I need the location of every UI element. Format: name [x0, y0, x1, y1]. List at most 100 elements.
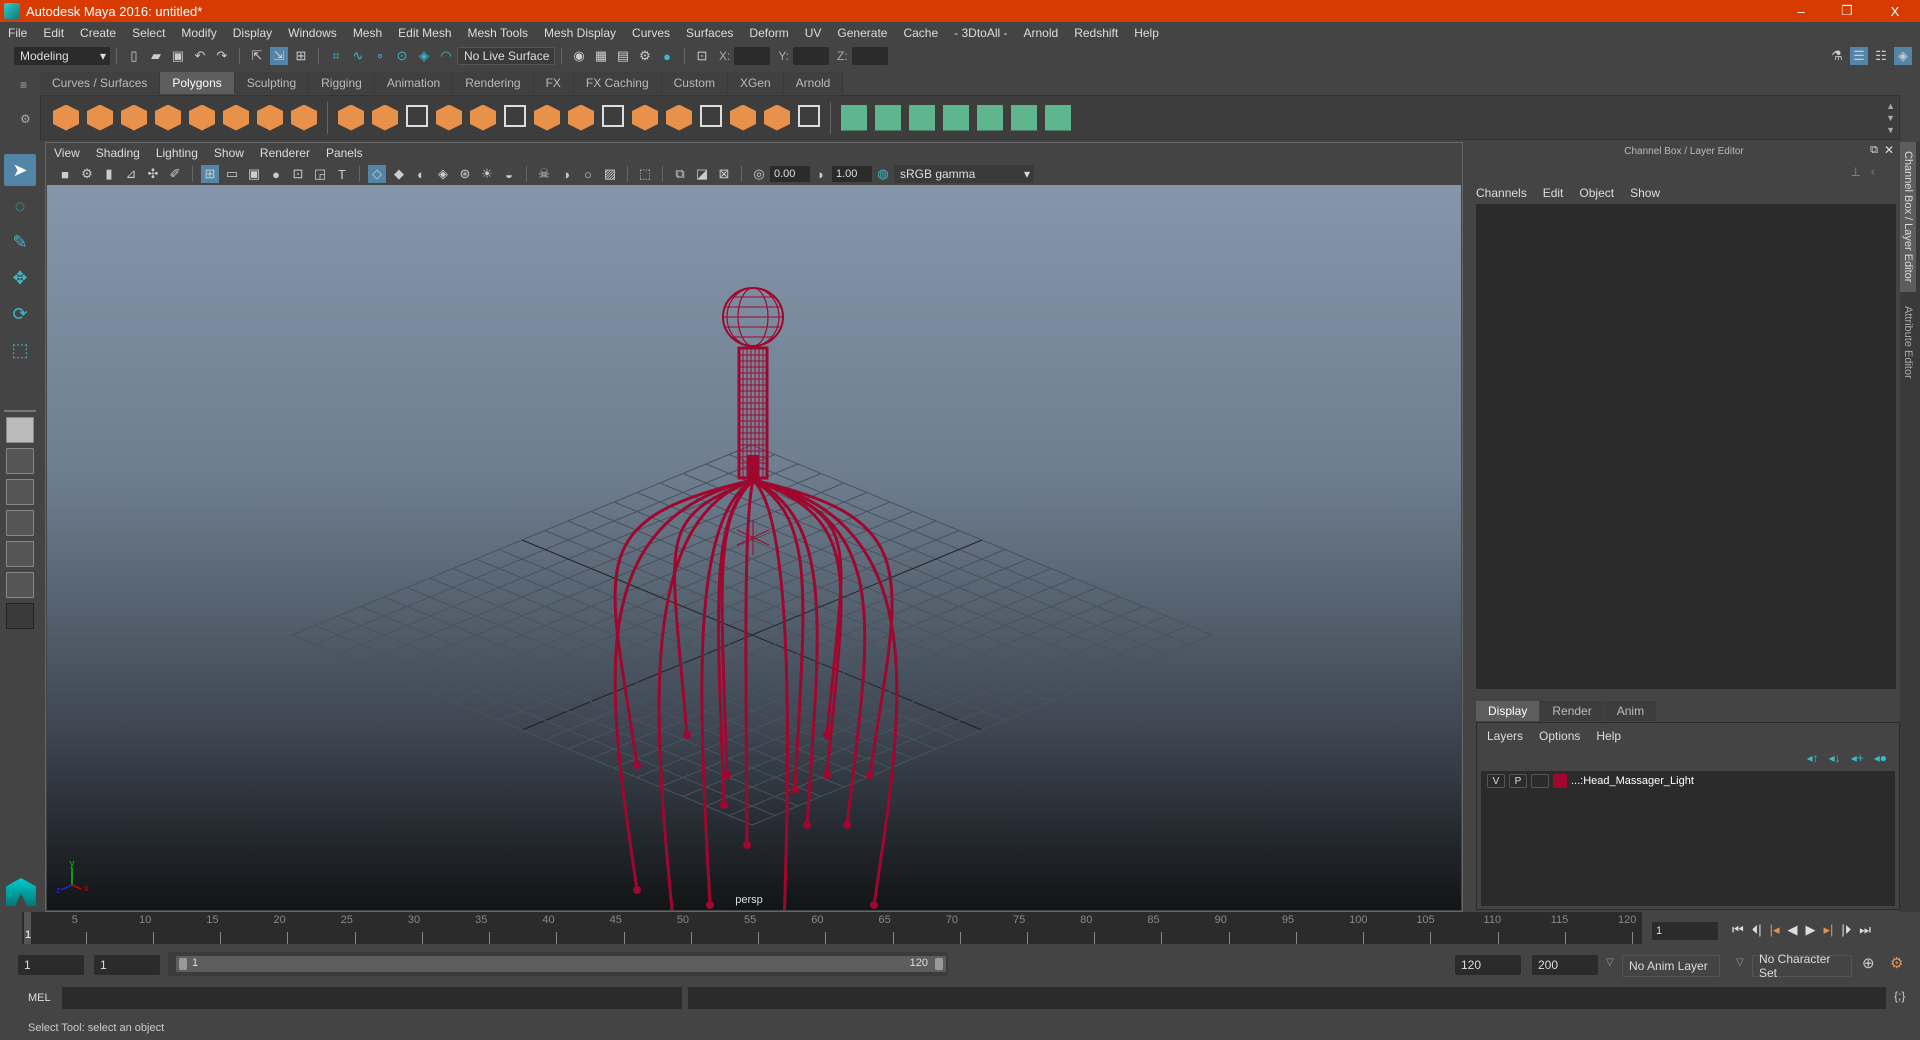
booleans-icon[interactable]: [504, 104, 526, 127]
character-set-chevron-icon[interactable]: ▽: [1736, 957, 1744, 968]
layer-row[interactable]: V P ...:Head_Massager_Light: [1481, 771, 1895, 791]
layer-color-swatch[interactable]: [1553, 774, 1567, 788]
color-space-dropdown[interactable]: sRGB gamma ▾: [894, 165, 1034, 183]
film-gate-icon[interactable]: ▭: [223, 165, 241, 183]
layer-tab-anim[interactable]: Anim: [1604, 701, 1657, 721]
shelf-tab-xgen[interactable]: XGen: [727, 72, 784, 94]
custom-layout-dropdown-icon[interactable]: [6, 603, 34, 629]
shelf-settings-icon[interactable]: ⚙: [20, 112, 31, 126]
render-history-icon[interactable]: ◉: [570, 47, 588, 65]
undo-icon[interactable]: ↶: [191, 47, 209, 65]
channel-menu-channels[interactable]: Channels: [1476, 186, 1527, 200]
layer-menu-layers[interactable]: Layers: [1487, 729, 1523, 743]
hud-icon[interactable]: ◪: [693, 165, 711, 183]
time-slider[interactable]: 1 5 10 15 20 25 30 35 40 45 50 55 60 65 70 75 80 85 90 95 1…: [22, 912, 1642, 944]
live-surface-field[interactable]: No Live Surface: [457, 47, 555, 65]
camera-attributes-icon[interactable]: ⚙: [78, 165, 96, 183]
image-plane-icon[interactable]: ⊿: [122, 165, 140, 183]
layout-uv-icon[interactable]: [1045, 104, 1071, 131]
menu-windows[interactable]: Windows: [288, 26, 337, 40]
animation-start-field[interactable]: 1: [18, 955, 84, 975]
float-panel-icon[interactable]: ⧉: [1870, 144, 1878, 157]
extrude-icon[interactable]: [568, 104, 594, 131]
command-input[interactable]: [62, 987, 682, 1009]
snap-curve-icon[interactable]: ∿: [349, 47, 367, 65]
merge-icon[interactable]: [730, 104, 756, 131]
layer-menu-help[interactable]: Help: [1596, 729, 1621, 743]
bookmark-icon[interactable]: ▮: [100, 165, 118, 183]
sphere-icon[interactable]: [53, 104, 79, 131]
plane-icon[interactable]: [189, 104, 215, 131]
use-all-lights-icon[interactable]: ⊛: [456, 165, 474, 183]
tab-channel-box-layer-editor[interactable]: Channel Box / Layer Editor: [1900, 142, 1916, 292]
x-field[interactable]: [734, 47, 771, 65]
snap-point-icon[interactable]: ∘: [371, 47, 389, 65]
ipr-render-icon[interactable]: ▤: [614, 47, 632, 65]
viewport-menu-lighting[interactable]: Lighting: [156, 146, 198, 160]
menu-deform[interactable]: Deform: [749, 26, 788, 40]
channel-list[interactable]: [1476, 204, 1896, 689]
move-layer-down-icon[interactable]: ◂↓: [1829, 751, 1841, 765]
new-layer-icon[interactable]: ◂+: [1851, 751, 1864, 765]
quad-draw-icon[interactable]: [798, 104, 820, 127]
step-forward-key-icon[interactable]: ▸|: [1824, 922, 1834, 938]
grid-icon[interactable]: ⊞: [201, 165, 219, 183]
channel-box-toggle-icon[interactable]: ◈: [1894, 47, 1912, 65]
cone-icon[interactable]: [155, 104, 181, 131]
hypershade-persp-layout-icon[interactable]: [6, 541, 34, 567]
snap-surface-icon[interactable]: ◈: [415, 47, 433, 65]
select-object-icon[interactable]: ⇲: [270, 47, 288, 65]
channel-menu-show[interactable]: Show: [1630, 186, 1660, 200]
select-camera-icon[interactable]: ■: [56, 165, 74, 183]
shelf-tab-animation[interactable]: Animation: [374, 72, 454, 94]
layer-tab-display[interactable]: Display: [1476, 701, 1540, 721]
shelf-tab-rigging[interactable]: Rigging: [309, 72, 375, 94]
play-forwards-icon[interactable]: ▶: [1806, 922, 1816, 938]
lasso-tool-icon[interactable]: ◌: [4, 190, 36, 222]
viewport-menu-shading[interactable]: Shading: [96, 146, 140, 160]
layer-playback-toggle[interactable]: P: [1509, 774, 1527, 788]
select-hierarchy-icon[interactable]: ⇱: [248, 47, 266, 65]
close-panel-icon[interactable]: ✕: [1884, 143, 1894, 157]
layer-menu-options[interactable]: Options: [1539, 729, 1580, 743]
shelf-tab-arnold[interactable]: Arnold: [783, 72, 844, 94]
menu-edit[interactable]: Edit: [43, 26, 64, 40]
anim-layer-chevron-icon[interactable]: ▽: [1606, 957, 1614, 968]
pipe-icon[interactable]: [291, 104, 317, 131]
layer-display-type-toggle[interactable]: [1531, 774, 1549, 788]
resolution-gate-icon[interactable]: ▣: [245, 165, 263, 183]
3d-scene-canvas[interactable]: y x z persp: [47, 185, 1461, 910]
menu-3dtoall[interactable]: - 3DtoAll -: [954, 26, 1007, 40]
menu-mesh[interactable]: Mesh: [353, 26, 382, 40]
modeling-toolkit-icon[interactable]: ⚗: [1828, 47, 1846, 65]
scale-tool-icon[interactable]: ⬚: [4, 334, 36, 366]
go-to-end-icon[interactable]: ⏭: [1859, 922, 1871, 938]
new-layer-from-selected-icon[interactable]: ◂●: [1874, 751, 1887, 765]
single-perspective-layout-icon[interactable]: [6, 417, 34, 443]
isolate-selection-icon[interactable]: ⬚: [636, 165, 654, 183]
redo-icon[interactable]: ↷: [213, 47, 231, 65]
minimize-button[interactable]: –: [1778, 0, 1824, 22]
persp-graph-layout-icon[interactable]: [6, 510, 34, 536]
menu-curves[interactable]: Curves: [632, 26, 670, 40]
range-start-handle[interactable]: [179, 958, 187, 970]
speed-toggle-icon[interactable]: ◐: [1870, 164, 1878, 179]
step-forward-frame-icon[interactable]: |⏵: [1841, 922, 1851, 938]
layer-name[interactable]: ...:Head_Massager_Light: [1571, 775, 1694, 787]
playback-start-field[interactable]: 1: [94, 955, 160, 975]
menu-generate[interactable]: Generate: [837, 26, 887, 40]
menu-mesh-display[interactable]: Mesh Display: [544, 26, 616, 40]
shelf-tab-custom[interactable]: Custom: [661, 72, 728, 94]
z-field[interactable]: [851, 47, 888, 65]
shelf-menu-icon[interactable]: ≡: [20, 78, 27, 92]
layer-visibility-toggle[interactable]: V: [1487, 774, 1505, 788]
torus-icon[interactable]: [223, 104, 249, 131]
spherical-map-icon[interactable]: [909, 104, 935, 131]
viewport-menu-show[interactable]: Show: [214, 146, 244, 160]
menu-redshift[interactable]: Redshift: [1074, 26, 1118, 40]
tab-attribute-editor[interactable]: Attribute Editor: [1900, 292, 1916, 392]
open-scene-icon[interactable]: ▰: [147, 47, 165, 65]
field-chart-icon[interactable]: ⊡: [289, 165, 307, 183]
unfold-icon[interactable]: [977, 104, 1003, 131]
persp-outliner-layout-icon[interactable]: [6, 479, 34, 505]
